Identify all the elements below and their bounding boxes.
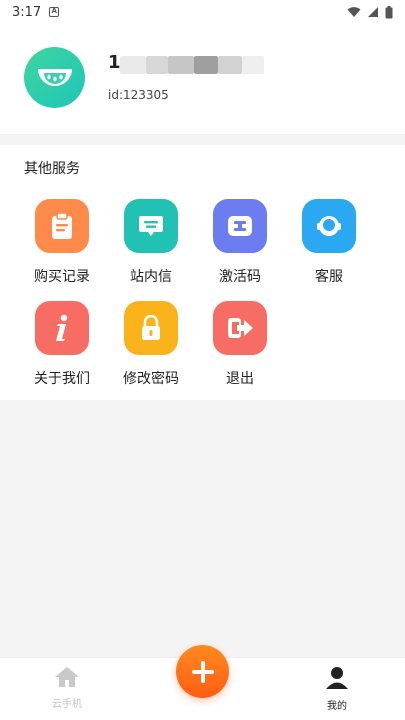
service-label: 客服 bbox=[315, 269, 343, 285]
service-label: 退出 bbox=[226, 371, 254, 387]
inbox-button[interactable]: 站内信 bbox=[111, 199, 191, 286]
username-redaction bbox=[168, 56, 194, 74]
clipboard-icon bbox=[35, 199, 89, 253]
wifi-icon bbox=[347, 7, 361, 17]
username-text: 1 bbox=[108, 52, 121, 73]
username-redaction bbox=[146, 56, 168, 74]
nav-label: 我的 bbox=[327, 701, 347, 712]
nav-cloud-phone[interactable]: 云手机 bbox=[32, 666, 102, 710]
home-icon bbox=[55, 667, 79, 687]
username: 1 bbox=[108, 52, 268, 76]
add-button[interactable] bbox=[176, 645, 229, 698]
username-redaction bbox=[194, 56, 218, 74]
user-id: id:123305 bbox=[108, 88, 169, 102]
battery-icon bbox=[385, 5, 393, 18]
service-label: 购买记录 bbox=[34, 269, 90, 285]
username-redaction bbox=[242, 56, 264, 74]
user-icon bbox=[326, 667, 348, 689]
change-password-button[interactable]: 修改密码 bbox=[111, 301, 191, 388]
username-redaction bbox=[218, 56, 242, 74]
profile-card: 1 id:123305 bbox=[0, 24, 405, 134]
headset-icon bbox=[302, 199, 356, 253]
about-us-button[interactable]: 关于我们 bbox=[22, 301, 102, 388]
nav-mine[interactable]: 我的 bbox=[302, 666, 372, 712]
purchase-records-button[interactable]: 购买记录 bbox=[22, 199, 102, 286]
plus-icon bbox=[191, 660, 214, 683]
notification-icon: A bbox=[49, 7, 60, 17]
customer-service-button[interactable]: 客服 bbox=[289, 199, 369, 286]
service-label: 关于我们 bbox=[34, 371, 90, 387]
activation-code-button[interactable]: 激活码 bbox=[200, 199, 280, 286]
lock-icon bbox=[124, 301, 178, 355]
avatar[interactable] bbox=[24, 47, 85, 108]
username-redaction bbox=[120, 56, 146, 74]
nav-label: 云手机 bbox=[52, 699, 82, 710]
service-label: 激活码 bbox=[219, 269, 261, 285]
status-time: 3:17 bbox=[12, 4, 42, 20]
status-bar: 3:17 A bbox=[0, 0, 405, 24]
info-icon bbox=[35, 301, 89, 355]
service-label: 修改密码 bbox=[123, 371, 179, 387]
watermelon-logo-icon bbox=[37, 68, 72, 86]
signal-icon bbox=[368, 7, 378, 17]
services-section: 其他服务 购买记录 站内信 激活码 客服 关于我们 修改密码 退出 bbox=[0, 145, 405, 400]
message-icon bbox=[124, 199, 178, 253]
service-label: 站内信 bbox=[130, 269, 172, 285]
logout-button[interactable]: 退出 bbox=[200, 301, 280, 388]
section-title: 其他服务 bbox=[24, 161, 80, 177]
logout-icon bbox=[213, 301, 267, 355]
code-icon bbox=[213, 199, 267, 253]
